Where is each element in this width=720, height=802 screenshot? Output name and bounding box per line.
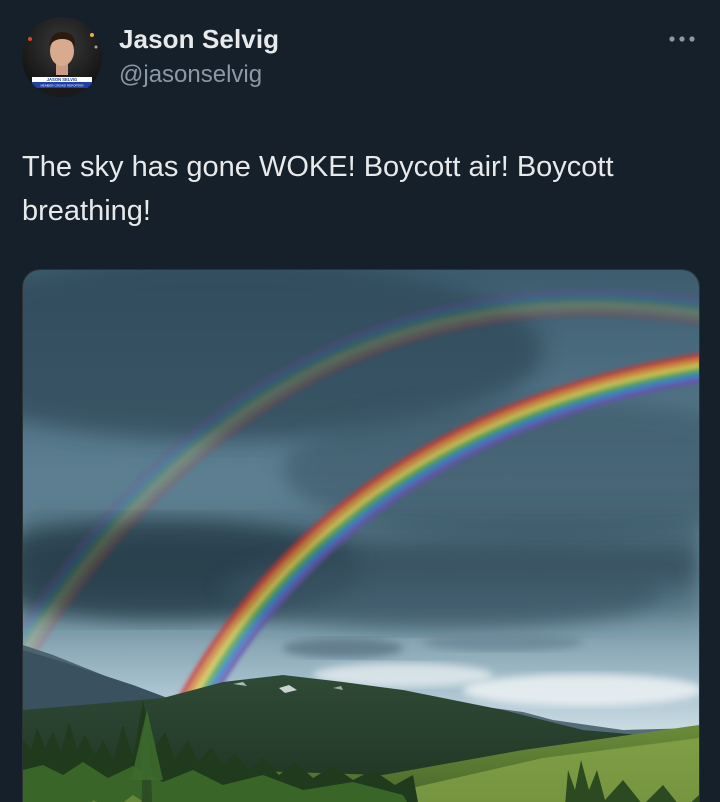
tweet-photo[interactable] [22,269,700,802]
avatar-subcaption: MEMBER CROWD REPORTER [40,84,84,88]
tweet: JASON SELVIG MEMBER CROWD REPORTER Jason… [0,0,720,802]
avatar-caption: JASON SELVIG [47,77,78,82]
author-name[interactable]: Jason Selvig [119,24,279,55]
author-handle[interactable]: @jasonselvig [119,61,262,89]
avatar-image: JASON SELVIG MEMBER CROWD REPORTER [22,17,102,97]
rainbow-photo [23,270,699,802]
more-horizontal-icon [669,36,695,42]
more-options-button[interactable] [666,26,698,52]
tweet-text: The sky has gone WOKE! Boycott air! Boyc… [22,151,614,227]
avatar[interactable]: JASON SELVIG MEMBER CROWD REPORTER [22,17,102,97]
